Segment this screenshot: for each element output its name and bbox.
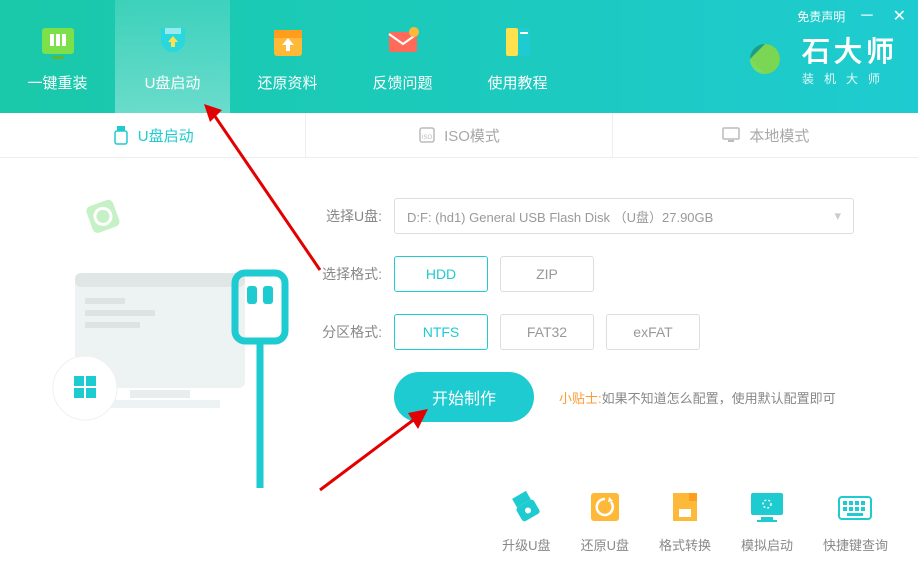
chevron-down-icon: ▾ [834,208,841,224]
usb-icon [112,125,130,145]
illustration [0,178,310,478]
format-option-zip[interactable]: ZIP [500,256,594,292]
action-label: 还原U盘 [581,535,629,554]
header: 免责声明 ─ ✕ 一键重装 U盘启动 还原资料 反馈问题 [0,0,918,113]
nav-tutorial[interactable]: 使用教程 [460,0,575,113]
tab-iso-mode[interactable]: ISO ISO模式 [306,113,612,157]
titlebar: 免责声明 ─ ✕ [797,6,910,26]
upgrade-usb-icon [506,489,546,525]
logo-title: 石大师 [802,30,898,70]
action-hotkey-query[interactable]: 快捷键查询 [823,489,888,554]
monitor-icon [721,126,741,144]
bottom-actions: 升级U盘 还原U盘 格式转换 模拟启动 快捷键查询 [502,489,888,554]
sub-tabs: U盘启动 ISO ISO模式 本地模式 [0,113,918,158]
tab-label: 本地模式 [749,125,809,146]
main-nav: 一键重装 U盘启动 还原资料 反馈问题 使用教程 [0,0,575,113]
tab-local-mode[interactable]: 本地模式 [613,113,918,157]
logo: 石大师 装机大师 [740,30,898,87]
reinstall-icon [36,20,80,64]
iso-icon: ISO [418,126,436,144]
partition-option-ntfs[interactable]: NTFS [394,314,488,350]
usb-select[interactable]: D:F: (hd1) General USB Flash Disk （U盘）27… [394,198,854,234]
tip-text: 小贴士:如果不知道怎么配置，使用默认配置即可 [559,388,836,407]
disclaimer-link[interactable]: 免责声明 [797,8,845,25]
feedback-icon [381,20,425,64]
partition-option-fat32[interactable]: FAT32 [500,314,594,350]
nav-label: U盘启动 [145,72,201,93]
action-label: 快捷键查询 [823,535,888,554]
tutorial-icon [496,20,540,64]
partition-label: 分区格式: [310,322,382,342]
simulate-boot-icon [747,489,787,525]
restore-icon [266,20,310,64]
nav-label: 一键重装 [27,72,87,93]
format-label: 选择格式: [310,264,382,284]
minimize-button[interactable]: ─ [857,7,876,25]
action-upgrade-usb[interactable]: 升级U盘 [502,489,550,554]
content: 选择U盘: D:F: (hd1) General USB Flash Disk … [0,158,918,478]
tip-prefix: 小贴士: [559,391,602,406]
nav-label: 反馈问题 [372,72,432,93]
action-label: 格式转换 [659,535,711,554]
tab-usb-boot[interactable]: U盘启动 [0,113,306,157]
action-label: 升级U盘 [502,535,550,554]
usb-boot-icon [151,20,195,64]
action-restore-usb[interactable]: 还原U盘 [581,489,629,554]
form: 选择U盘: D:F: (hd1) General USB Flash Disk … [310,178,918,478]
logo-subtitle: 装机大师 [802,70,898,87]
keyboard-icon [835,489,875,525]
restore-usb-icon [585,489,625,525]
usb-select-value: D:F: (hd1) General USB Flash Disk （U盘）27… [407,207,713,226]
action-simulate-boot[interactable]: 模拟启动 [741,489,793,554]
nav-usb-boot[interactable]: U盘启动 [115,0,230,113]
format-option-hdd[interactable]: HDD [394,256,488,292]
partition-option-exfat[interactable]: exFAT [606,314,700,350]
nav-label: 使用教程 [487,72,547,93]
format-convert-icon [665,489,705,525]
tab-label: U盘启动 [138,125,194,146]
action-label: 模拟启动 [741,535,793,554]
close-button[interactable]: ✕ [889,6,910,26]
nav-label: 还原资料 [257,72,317,93]
tip-body: 如果不知道怎么配置，使用默认配置即可 [602,391,836,406]
action-format-convert[interactable]: 格式转换 [659,489,711,554]
logo-icon [740,34,790,84]
usb-select-label: 选择U盘: [310,206,382,226]
svg-text:ISO: ISO [422,135,433,141]
nav-feedback[interactable]: 反馈问题 [345,0,460,113]
start-button[interactable]: 开始制作 [394,372,534,422]
nav-restore[interactable]: 还原资料 [230,0,345,113]
nav-reinstall[interactable]: 一键重装 [0,0,115,113]
tab-label: ISO模式 [444,125,500,146]
